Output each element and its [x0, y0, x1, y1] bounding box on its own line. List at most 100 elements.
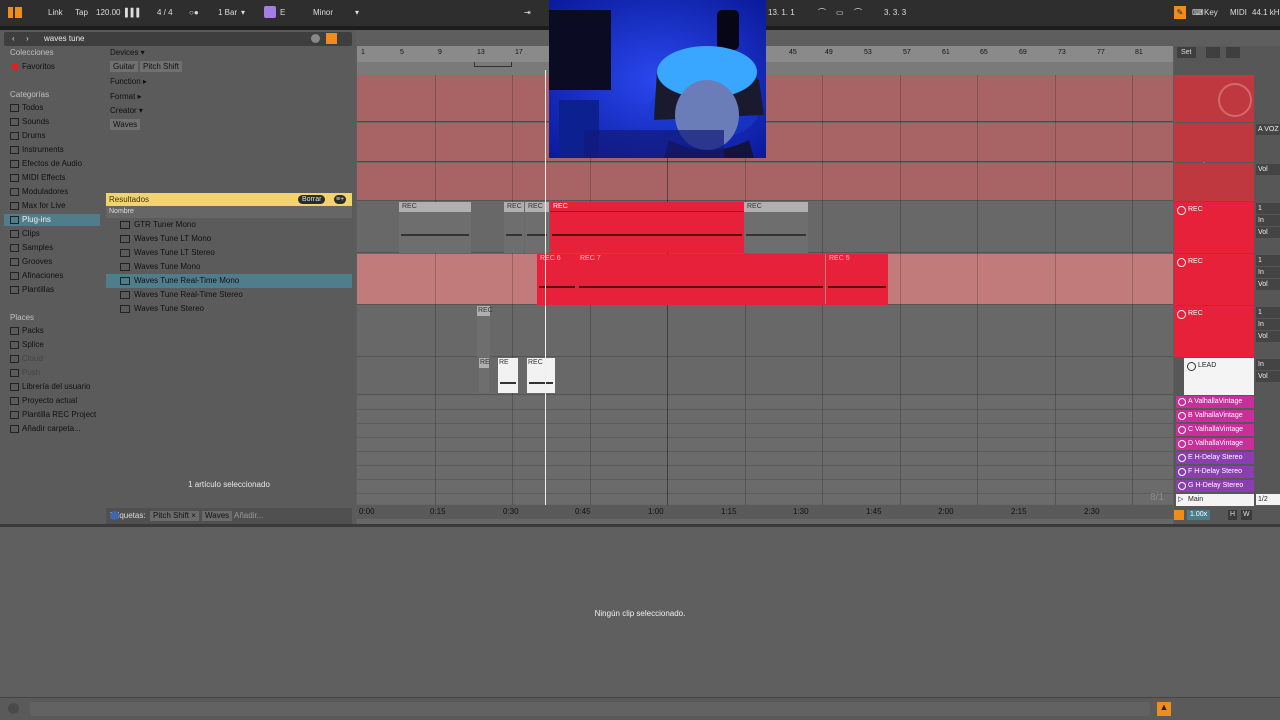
return-track[interactable]: G H-Delay Stereo: [1176, 480, 1254, 492]
track-fold-icon[interactable]: [1177, 206, 1186, 215]
warning-icon[interactable]: ▲: [1157, 702, 1171, 716]
vol-chooser[interactable]: Vol: [1256, 279, 1280, 290]
filter-function[interactable]: Function ▸: [110, 77, 147, 86]
result-item[interactable]: Waves Tune Mono: [106, 260, 352, 274]
return-fold-icon[interactable]: [1178, 426, 1186, 434]
track-fold-icon[interactable]: [1177, 258, 1186, 267]
track-header[interactable]: Vol: [1174, 123, 1254, 172]
input-channel[interactable]: 1: [1256, 255, 1280, 266]
loop-icon[interactable]: ▭: [836, 6, 844, 19]
track-header[interactable]: [1174, 163, 1254, 201]
audio-clip[interactable]: REC 5: [826, 254, 888, 305]
metronome-icon[interactable]: ▌▌▌: [125, 6, 142, 19]
playhead[interactable]: [545, 70, 546, 506]
audio-clip[interactable]: REC: [744, 202, 808, 253]
sidebar-item-instruments[interactable]: Instruments: [4, 144, 100, 156]
return-fold-icon[interactable]: [1178, 454, 1186, 462]
sidebar-item-audio-effects[interactable]: Efectos de Audio: [4, 158, 100, 170]
vol-chooser[interactable]: Vol: [1256, 164, 1280, 175]
return-track[interactable]: C ValhallaVintage: [1176, 424, 1254, 436]
track-header-rec[interactable]: REC: [1174, 202, 1254, 253]
audio-clip-selected[interactable]: REC: [550, 202, 744, 253]
filter-format[interactable]: Format ▸: [110, 92, 142, 101]
track-header-lead[interactable]: LEAD: [1184, 358, 1254, 395]
expand-icon[interactable]: [1206, 47, 1220, 58]
key-map-button[interactable]: Key: [1204, 6, 1218, 19]
vol-chooser[interactable]: Vol: [1256, 371, 1280, 382]
return-fold-icon[interactable]: [1178, 398, 1186, 406]
track-fold-icon[interactable]: [1177, 310, 1186, 319]
tag-pitch-shift[interactable]: Pitch Shift ×: [150, 511, 199, 521]
monitor-in[interactable]: In: [1256, 319, 1280, 330]
return-fold-icon[interactable]: [1178, 482, 1186, 490]
sidebar-item-template-project[interactable]: Plantilla REC Project: [4, 409, 100, 421]
return-lanes[interactable]: [357, 396, 1173, 504]
sidebar-item-samples[interactable]: Samples: [4, 242, 100, 254]
time-signature[interactable]: 4 / 4: [157, 6, 173, 19]
browser-toggle-icon[interactable]: [8, 7, 22, 18]
audio-clip[interactable]: REC 7: [577, 254, 825, 305]
clear-search-icon[interactable]: [311, 34, 320, 43]
computer-keyboard-icon[interactable]: ⌨: [1192, 6, 1204, 19]
loop-brace[interactable]: [474, 62, 512, 67]
sidebar-item-favorites[interactable]: Favoritos: [4, 61, 100, 73]
filter-tag-guitar[interactable]: Guitar: [110, 61, 138, 72]
return-track[interactable]: A ValhallaVintage: [1176, 396, 1254, 408]
track-fold-icon[interactable]: [1187, 362, 1196, 371]
sidebar-item-plugins[interactable]: Plug-ins: [4, 214, 100, 226]
back-icon[interactable]: ‹: [12, 34, 15, 43]
filter-tag-waves[interactable]: Waves: [110, 119, 141, 130]
sidebar-item-sounds[interactable]: Sounds: [4, 116, 100, 128]
audio-clip[interactable]: RE: [479, 358, 490, 393]
return-fold-icon[interactable]: [1178, 440, 1186, 448]
monitor-in[interactable]: In: [1256, 359, 1280, 370]
sidebar-item-current-project[interactable]: Proyecto actual: [4, 395, 100, 407]
return-track[interactable]: B ValhallaVintage: [1176, 410, 1254, 422]
loop-length[interactable]: 3. 3. 3: [884, 6, 906, 19]
sidebar-item-grooves[interactable]: Grooves: [4, 256, 100, 268]
sidebar-item-clips[interactable]: Clips: [4, 228, 100, 240]
tempo-follow-icon[interactable]: [1174, 510, 1184, 520]
save-search-icon[interactable]: ≡+: [334, 195, 347, 204]
sidebar-item-midi-effects[interactable]: MIDI Effects: [4, 172, 100, 184]
zoom-display[interactable]: 1.00x: [1187, 510, 1211, 520]
track-output-label[interactable]: A VOZ: [1256, 124, 1280, 135]
return-fold-icon[interactable]: [1178, 468, 1186, 476]
filter-tag-pitch-shift[interactable]: Pitch Shift: [140, 61, 183, 72]
add-tag-button[interactable]: Añadir...: [234, 511, 263, 520]
tag-waves[interactable]: Waves: [202, 511, 233, 521]
sidebar-item-add-folder[interactable]: Añadir carpeta...: [4, 423, 100, 435]
search-input[interactable]: waves tune: [44, 32, 84, 46]
time-ruler[interactable]: 0:00 0:15 0:30 0:45 1:00 1:15 1:30 1:45 …: [357, 505, 1173, 519]
return-track[interactable]: E H-Delay Stereo: [1176, 452, 1254, 464]
result-item[interactable]: Waves Tune Real-Time Stereo: [106, 288, 352, 302]
sidebar-item-cloud[interactable]: Cloud: [4, 353, 100, 365]
input-channel[interactable]: 1: [1256, 203, 1280, 214]
clear-button[interactable]: Borrar: [298, 195, 326, 204]
sidebar-item-tunings[interactable]: Afinaciones: [4, 270, 100, 282]
result-item[interactable]: Waves Tune LT Mono: [106, 232, 352, 246]
draw-mode-icon[interactable]: ✎: [1174, 6, 1186, 19]
monitor-in[interactable]: In: [1256, 267, 1280, 278]
record-mode-icon[interactable]: ○●: [189, 6, 199, 19]
filter-devices[interactable]: Devices ▾: [110, 48, 145, 57]
audio-clip[interactable]: REC: [527, 358, 555, 393]
return-track[interactable]: F H-Delay Stereo: [1176, 466, 1254, 478]
info-icon[interactable]: [110, 511, 119, 520]
sidebar-item-modulators[interactable]: Moduladores: [4, 186, 100, 198]
audio-clip[interactable]: REC: [477, 306, 493, 357]
sidebar-item-packs[interactable]: Packs: [4, 325, 100, 337]
follow-icon[interactable]: ⇥: [524, 6, 531, 19]
sidebar-item-drums[interactable]: Drums: [4, 130, 100, 142]
set-button[interactable]: Set: [1177, 47, 1196, 58]
result-item[interactable]: Waves Tune LT Stereo: [106, 246, 352, 260]
track-header[interactable]: Vol: [1174, 75, 1254, 135]
track-header-rec[interactable]: REC: [1174, 254, 1254, 305]
scale-select[interactable]: Minor: [313, 6, 333, 19]
tap-button[interactable]: Tap: [75, 6, 88, 19]
lock-icon[interactable]: [1226, 47, 1240, 58]
key-select[interactable]: E: [280, 6, 285, 19]
sidebar-item-user-library[interactable]: Librería del usuario: [4, 381, 100, 393]
vol-chooser[interactable]: Vol: [1256, 331, 1280, 342]
audio-clip[interactable]: REC: [504, 202, 524, 253]
